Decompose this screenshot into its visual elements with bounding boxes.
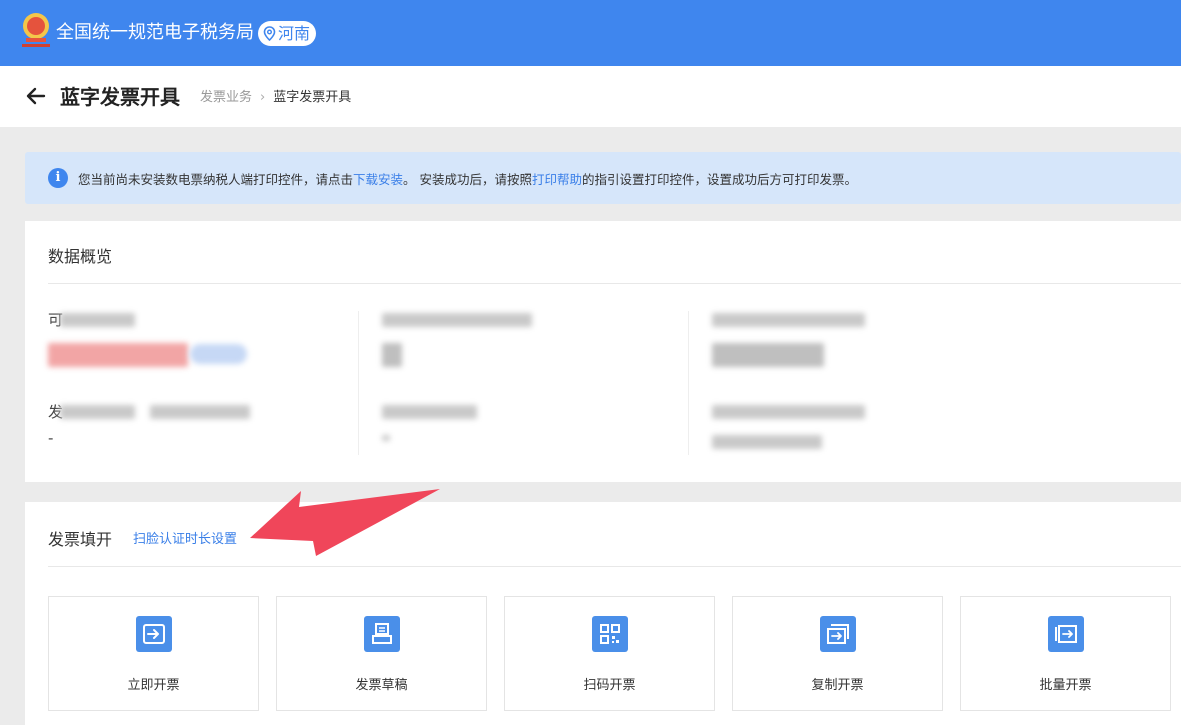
notice-text-part2: 。 安装成功后，请按照: [403, 171, 533, 187]
tile-label: 立即开票: [127, 678, 180, 693]
notice-text-part3: 的指引设置打印控件，设置成功后方可打印发票。: [582, 171, 858, 187]
face-auth-duration-link[interactable]: 扫脸认证时长设置: [133, 528, 237, 547]
site-title: 全国统一规范电子税务局: [56, 22, 254, 43]
blurred-label: [60, 405, 135, 419]
qrcode-icon: [592, 616, 628, 652]
info-icon: i: [48, 168, 68, 188]
tile-copy-invoice[interactable]: 复制开票: [732, 596, 943, 711]
page-title: 蓝字发票开具: [60, 85, 180, 109]
blurred-value: [712, 343, 824, 367]
blurred-label: [382, 405, 477, 419]
batch-invoice-icon: [1048, 616, 1084, 652]
tile-issue-now[interactable]: 立即开票: [48, 596, 259, 711]
invoice-issue-title: 发票填开: [48, 530, 113, 549]
overview-dash: -: [48, 429, 54, 447]
draft-icon: [364, 616, 400, 652]
issue-now-icon: [136, 616, 172, 652]
tile-label: 批量开票: [1039, 678, 1092, 693]
location-pin-icon: [263, 26, 276, 41]
data-overview-card: 数据概览 可 发 -: [25, 221, 1181, 482]
blurred-badge: [190, 344, 247, 364]
notice-text-part1: 您当前尚未安装数电票纳税人端打印控件，请点击: [78, 171, 354, 187]
print-help-link[interactable]: 打印帮助: [532, 172, 582, 187]
divider: [48, 283, 1181, 284]
chevron-right-icon: ›: [260, 90, 266, 105]
top-bar: 全国统一规范电子税务局 河南: [0, 0, 1181, 66]
copy-invoice-icon: [820, 616, 856, 652]
back-arrow-icon[interactable]: [26, 86, 46, 106]
blurred-value: [150, 405, 250, 419]
blurred-label: [712, 405, 865, 419]
column-divider: [358, 311, 359, 455]
page-header: 蓝字发票开具 发票业务 › 蓝字发票开具: [0, 66, 1181, 127]
blurred-amount: [48, 343, 188, 367]
tile-label: 扫码开票: [583, 678, 636, 693]
blurred-label: [712, 313, 865, 327]
download-install-link[interactable]: 下载安装: [353, 172, 403, 187]
breadcrumb: 发票业务 › 蓝字发票开具: [200, 89, 351, 107]
tile-batch-invoice[interactable]: 批量开票: [960, 596, 1171, 711]
tile-invoice-draft[interactable]: 发票草稿: [276, 596, 487, 711]
blurred-label: [382, 313, 532, 327]
tile-label: 复制开票: [811, 678, 864, 693]
breadcrumb-parent[interactable]: 发票业务: [200, 89, 252, 107]
notice-text: 您当前尚未安装数电票纳税人端打印控件，请点击下载安装。 安装成功后，请按照打印帮…: [78, 169, 857, 188]
blurred-label: [60, 313, 135, 327]
blurred-label: [712, 435, 822, 449]
column-divider: [688, 311, 689, 455]
tile-scan-issue[interactable]: 扫码开票: [504, 596, 715, 711]
blurred-value: [382, 435, 390, 441]
print-control-notice: i 您当前尚未安装数电票纳税人端打印控件，请点击下载安装。 安装成功后，请按照打…: [25, 152, 1181, 204]
region-selector[interactable]: 河南: [258, 21, 317, 46]
tax-emblem-icon: [22, 13, 50, 47]
blurred-value: [382, 343, 402, 367]
region-label: 河南: [278, 24, 311, 43]
tile-label: 发票草稿: [355, 678, 408, 693]
breadcrumb-current: 蓝字发票开具: [273, 90, 352, 105]
overview-title: 数据概览: [48, 247, 113, 266]
divider: [48, 566, 1181, 567]
invoice-issue-card: 发票填开 扫脸认证时长设置 立即开票 发票草稿 扫码开票 复制开票 批量开票: [25, 502, 1181, 725]
